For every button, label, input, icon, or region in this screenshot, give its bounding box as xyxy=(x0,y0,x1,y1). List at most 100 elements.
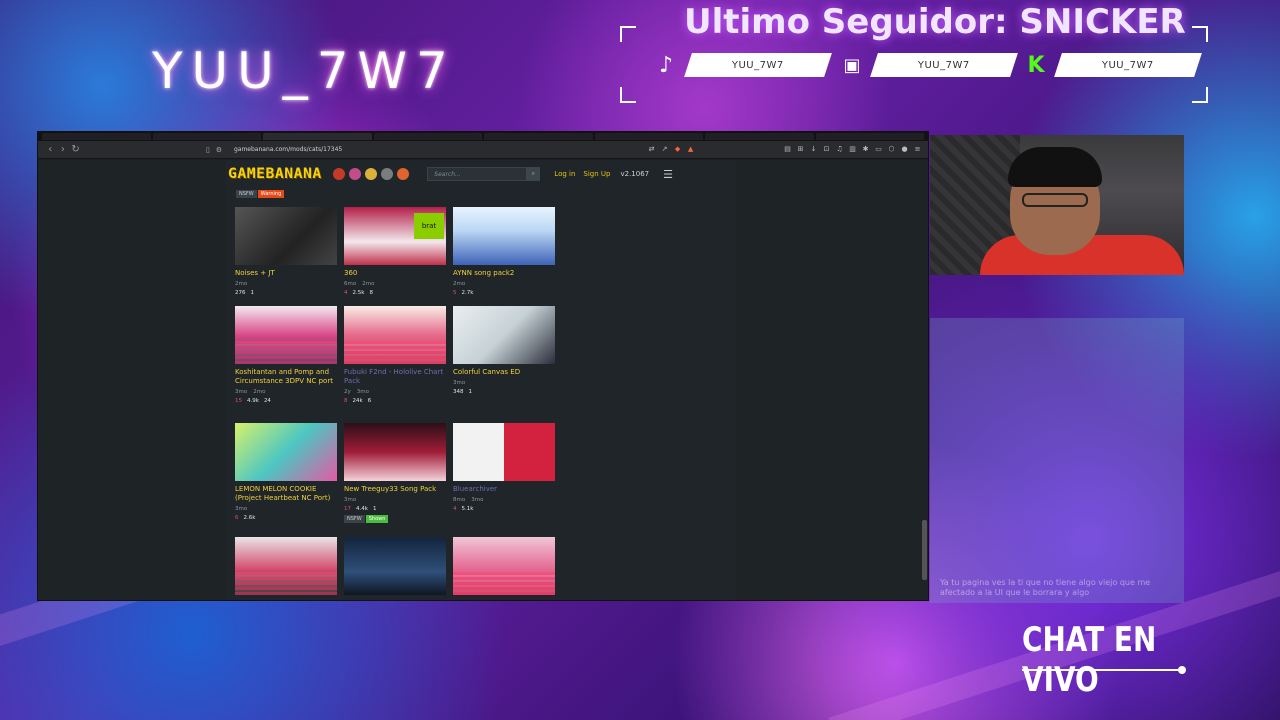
like-count: 4 xyxy=(453,506,457,512)
nsfw-shown-row: NSFW Shown xyxy=(344,515,446,523)
extensions-icon[interactable]: ✱ xyxy=(861,145,870,154)
mod-title[interactable]: Bluearchiver xyxy=(453,485,555,494)
category-icon[interactable] xyxy=(365,168,378,180)
search-input[interactable]: Search... xyxy=(427,167,528,181)
mod-meta: 3mo xyxy=(344,497,446,503)
category-icons xyxy=(333,168,410,180)
media-icon[interactable]: ♫ xyxy=(835,145,844,154)
browser-tab[interactable] xyxy=(42,133,151,140)
mod-thumbnail[interactable] xyxy=(453,207,555,265)
shown-tag[interactable]: Shown xyxy=(365,515,389,523)
mod-meta: 3mo xyxy=(453,380,555,386)
site-info-icon[interactable]: ⚙ xyxy=(216,146,222,154)
browser-tab[interactable] xyxy=(373,133,482,140)
download-icon[interactable]: ↓ xyxy=(809,145,818,154)
view-count: 5.1k xyxy=(461,506,474,512)
tab-strip xyxy=(38,132,928,141)
warning-tag[interactable]: Warning xyxy=(257,190,285,198)
like-count: 17 xyxy=(344,506,351,512)
mod-card[interactable]: Bluearchiver 8mo 3mo 4 5.1k xyxy=(453,423,555,512)
mod-thumbnail[interactable] xyxy=(453,306,555,364)
brave-shield-icon[interactable]: ◆ xyxy=(673,145,682,154)
view-count: 2.5k xyxy=(352,290,365,296)
tab-search-icon[interactable]: ⊞ xyxy=(796,145,805,154)
category-icon[interactable] xyxy=(381,168,394,180)
browser-tab[interactable] xyxy=(484,133,593,140)
browser-tab-active[interactable] xyxy=(263,133,372,140)
browser-tab[interactable] xyxy=(815,133,924,140)
mod-title[interactable]: Fubuki F2nd - Hololive Chart Pack xyxy=(344,368,446,386)
translate-icon[interactable]: ⇄ xyxy=(647,145,656,154)
mod-date: 2mo xyxy=(362,281,375,287)
mod-title[interactable]: Colorful Canvas ED xyxy=(453,368,555,377)
browser-tab[interactable] xyxy=(705,133,814,140)
back-icon[interactable]: ‹ xyxy=(44,144,57,155)
wallet-icon[interactable]: ▭ xyxy=(874,145,883,154)
social-handle: YUU_7W7 xyxy=(1102,59,1154,71)
mod-title[interactable]: LEMON MELON COOKIE (Project Heartbeat NC… xyxy=(235,485,337,503)
address-bar[interactable]: ▯ ⚙ gamebanana.com/mods/cats/17345 xyxy=(205,142,648,157)
mod-card[interactable]: New Treeguy33 Song Pack 3mo 17 4.4k 1 NS… xyxy=(344,423,446,523)
mod-thumbnail[interactable] xyxy=(235,306,337,364)
vpn-icon[interactable]: ⬡ xyxy=(887,145,896,154)
search-icon[interactable]: ⌕ xyxy=(526,167,541,181)
profile-icon[interactable]: ● xyxy=(900,145,909,154)
mod-card[interactable] xyxy=(235,537,337,595)
mod-card[interactable]: Colorful Canvas ED 3mo 348 1 xyxy=(453,306,555,395)
twitch-icon: ▣ xyxy=(843,54,861,76)
mod-thumbnail[interactable] xyxy=(344,537,446,595)
mod-card[interactable]: brat 360 6mo 2mo 4 2.5k 8 xyxy=(344,207,446,296)
browser-tab[interactable] xyxy=(152,133,261,140)
mod-thumbnail[interactable] xyxy=(235,423,337,481)
browser-tab[interactable] xyxy=(594,133,703,140)
sidebar-icon[interactable]: ▤ xyxy=(783,145,792,154)
mod-meta: 3mo xyxy=(235,506,337,512)
mod-card[interactable]: Fubuki F2nd - Hololive Chart Pack 2y 3mo … xyxy=(344,306,446,404)
mod-card[interactable]: AYNN song pack2 2mo 5 2.7k xyxy=(453,207,555,296)
version-label[interactable]: v2.1067 xyxy=(620,170,649,178)
gamebanana-header: GAMEBANANA Search... ⌕ Log in Sign Up v2… xyxy=(228,164,736,184)
hamburger-menu-icon[interactable]: ☰ xyxy=(663,168,673,181)
chat-title: CHAT EN VIVO xyxy=(1022,620,1157,700)
mod-card[interactable] xyxy=(344,537,446,595)
mod-stats: 17 4.4k 1 xyxy=(344,506,446,512)
mod-title[interactable]: New Treeguy33 Song Pack xyxy=(344,485,446,494)
mod-thumbnail[interactable] xyxy=(235,537,337,595)
nsfw-tag: NSFW xyxy=(236,190,257,198)
category-icon[interactable] xyxy=(397,168,410,180)
login-link[interactable]: Log in xyxy=(554,170,575,178)
reading-list-icon[interactable]: ▥ xyxy=(848,145,857,154)
rewards-icon[interactable]: ▲ xyxy=(686,145,695,154)
mod-stats: 8 24k 6 xyxy=(344,398,446,404)
mod-thumbnail[interactable] xyxy=(344,423,446,481)
share-icon[interactable]: ↗ xyxy=(660,145,669,154)
bookmark-icon[interactable]: ▯ xyxy=(206,146,210,154)
mod-stats: 6 2.6k xyxy=(235,515,337,521)
reload-icon[interactable]: ↻ xyxy=(69,144,82,155)
mod-thumbnail[interactable] xyxy=(235,207,337,265)
mod-card[interactable]: Koshitantan and Pomp and Circumstance 3D… xyxy=(235,306,337,404)
mod-thumbnail[interactable] xyxy=(344,306,446,364)
category-icon[interactable] xyxy=(349,168,362,180)
mod-card[interactable]: Noises + JT 2mo 276 1 xyxy=(235,207,337,296)
forward-icon[interactable]: › xyxy=(57,144,70,155)
category-icon[interactable] xyxy=(333,168,346,180)
mod-title[interactable]: 360 xyxy=(344,269,446,278)
mod-title[interactable]: Noises + JT xyxy=(235,269,337,278)
tiktok-icon: ♪ xyxy=(658,52,674,78)
url-text[interactable]: gamebanana.com/mods/cats/17345 xyxy=(234,146,342,153)
page-scrollbar[interactable] xyxy=(922,520,927,580)
mod-card[interactable] xyxy=(453,537,555,595)
mod-stats: 4 5.1k xyxy=(453,506,555,512)
gamebanana-logo[interactable]: GAMEBANANA xyxy=(228,166,322,182)
signup-link[interactable]: Sign Up xyxy=(583,170,610,178)
mod-title[interactable]: AYNN song pack2 xyxy=(453,269,555,278)
mod-title[interactable]: Koshitantan and Pomp and Circumstance 3D… xyxy=(235,368,337,386)
mod-thumbnail[interactable] xyxy=(453,537,555,595)
mod-card[interactable]: LEMON MELON COOKIE (Project Heartbeat NC… xyxy=(235,423,337,521)
mod-thumbnail[interactable] xyxy=(453,423,555,481)
screenshot-icon[interactable]: ⊡ xyxy=(822,145,831,154)
menu-icon[interactable]: ≡ xyxy=(913,145,922,154)
mod-thumbnail[interactable]: brat xyxy=(344,207,446,265)
nsfw-tag: NSFW xyxy=(344,515,365,523)
